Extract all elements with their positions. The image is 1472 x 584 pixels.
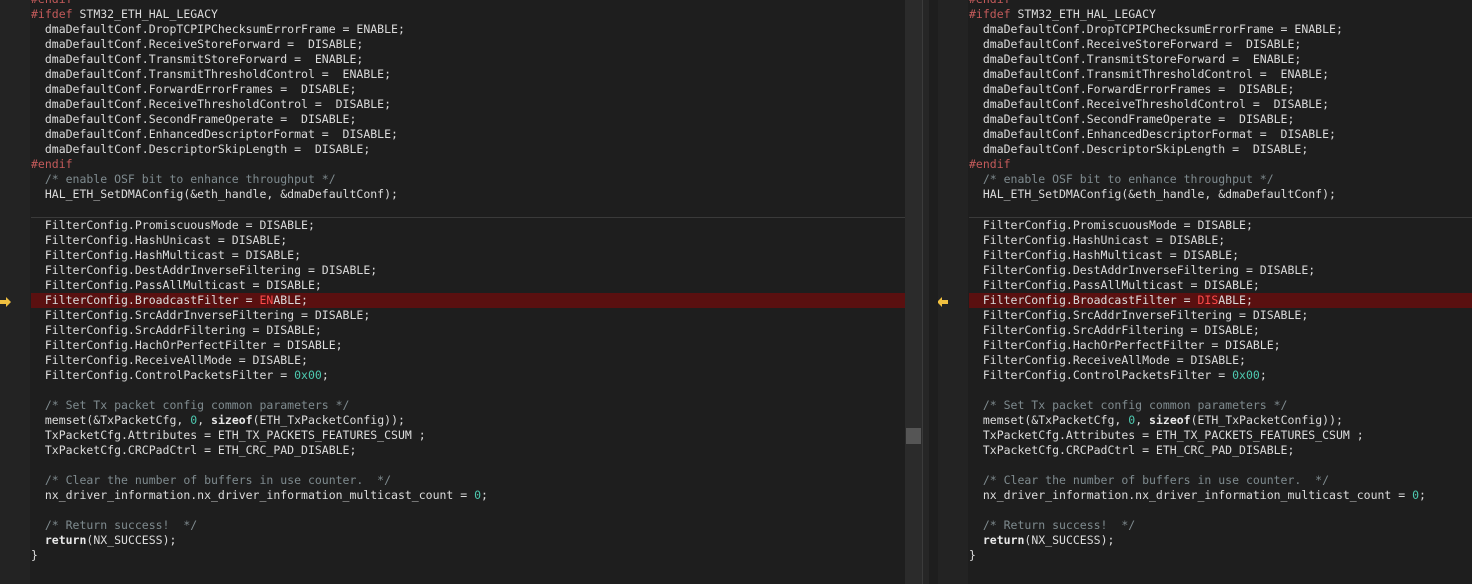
code-line[interactable]: dmaDefaultConf.EnhancedDescriptorFormat … xyxy=(969,127,1472,142)
code-line[interactable]: dmaDefaultConf.DescriptorSkipLength = DI… xyxy=(31,142,905,157)
code-line[interactable]: TxPacketCfg.CRCPadCtrl = ETH_CRC_PAD_DIS… xyxy=(969,443,1472,458)
code-line[interactable]: dmaDefaultConf.SecondFrameOperate = DISA… xyxy=(31,112,905,127)
left-code-pane[interactable]: #endif#ifdef STM32_ETH_HAL_LEGACY dmaDef… xyxy=(0,0,905,584)
code-line[interactable]: TxPacketCfg.CRCPadCtrl = ETH_CRC_PAD_DIS… xyxy=(31,443,905,458)
code-line[interactable]: FilterConfig.PromiscuousMode = DISABLE; xyxy=(31,218,905,233)
code-line[interactable]: FilterConfig.DestAddrInverseFiltering = … xyxy=(969,263,1472,278)
vertical-scrollbar[interactable] xyxy=(905,0,922,584)
code-line[interactable]: /* enable OSF bit to enhance throughput … xyxy=(31,172,905,187)
code-line[interactable]: dmaDefaultConf.ForwardErrorFrames = DISA… xyxy=(969,82,1472,97)
code-line[interactable]: TxPacketCfg.Attributes = ETH_TX_PACKETS_… xyxy=(31,428,905,443)
code-line[interactable]: dmaDefaultConf.ReceiveStoreForward = DIS… xyxy=(31,37,905,52)
right-code[interactable]: #endif#ifdef STM32_ETH_HAL_LEGACY dmaDef… xyxy=(969,0,1472,563)
code-line[interactable]: FilterConfig.PassAllMulticast = DISABLE; xyxy=(31,278,905,293)
code-line[interactable]: FilterConfig.ControlPacketsFilter = 0x00… xyxy=(969,368,1472,383)
code-line[interactable]: ​ xyxy=(31,202,905,218)
code-line[interactable]: /* Set Tx packet config common parameter… xyxy=(31,398,905,413)
code-line[interactable]: /* Return success! */ xyxy=(969,518,1472,533)
code-line[interactable]: FilterConfig.SrcAddrInverseFiltering = D… xyxy=(969,308,1472,323)
right-code-pane[interactable]: #endif#ifdef STM32_ETH_HAL_LEGACY dmaDef… xyxy=(938,0,1472,584)
code-line[interactable]: ​ xyxy=(31,503,905,518)
code-line[interactable]: FilterConfig.HashMulticast = DISABLE; xyxy=(31,248,905,263)
code-line[interactable]: FilterConfig.DestAddrInverseFiltering = … xyxy=(31,263,905,278)
code-line[interactable]: ​ xyxy=(31,383,905,398)
code-line[interactable]: ​ xyxy=(31,458,905,473)
code-line[interactable]: dmaDefaultConf.TransmitThresholdControl … xyxy=(969,67,1472,82)
code-line[interactable]: FilterConfig.HachOrPerfectFilter = DISAB… xyxy=(31,338,905,353)
code-line[interactable]: dmaDefaultConf.EnhancedDescriptorFormat … xyxy=(31,127,905,142)
code-line[interactable]: #endif xyxy=(31,157,905,172)
code-line[interactable]: #ifdef STM32_ETH_HAL_LEGACY xyxy=(969,7,1472,22)
code-line[interactable]: FilterConfig.SrcAddrInverseFiltering = D… xyxy=(31,308,905,323)
left-code[interactable]: #endif#ifdef STM32_ETH_HAL_LEGACY dmaDef… xyxy=(31,0,905,563)
code-line[interactable]: dmaDefaultConf.TransmitThresholdControl … xyxy=(31,67,905,82)
code-line[interactable]: #endif xyxy=(31,0,905,7)
code-line[interactable]: /* Set Tx packet config common parameter… xyxy=(969,398,1472,413)
code-line[interactable]: memset(&TxPacketCfg, 0, sizeof(ETH_TxPac… xyxy=(969,413,1472,428)
arrow-left-icon[interactable] xyxy=(938,296,948,308)
code-line[interactable]: FilterConfig.HashMulticast = DISABLE; xyxy=(969,248,1472,263)
code-line[interactable]: FilterConfig.SrcAddrFiltering = DISABLE; xyxy=(969,323,1472,338)
code-line[interactable]: dmaDefaultConf.DescriptorSkipLength = DI… xyxy=(969,142,1472,157)
code-line[interactable]: } xyxy=(31,548,905,563)
code-line[interactable]: dmaDefaultConf.SecondFrameOperate = DISA… xyxy=(969,112,1472,127)
right-gutter xyxy=(938,0,968,584)
code-line[interactable]: FilterConfig.ControlPacketsFilter = 0x00… xyxy=(31,368,905,383)
code-line[interactable]: FilterConfig.ReceiveAllMode = DISABLE; xyxy=(31,353,905,368)
code-line[interactable]: FilterConfig.HachOrPerfectFilter = DISAB… xyxy=(969,338,1472,353)
code-line[interactable]: dmaDefaultConf.TransmitStoreForward = EN… xyxy=(31,52,905,67)
code-line[interactable]: FilterConfig.PromiscuousMode = DISABLE; xyxy=(969,218,1472,233)
code-line[interactable]: dmaDefaultConf.DropTCPIPChecksumErrorFra… xyxy=(31,22,905,37)
code-line[interactable]: dmaDefaultConf.DropTCPIPChecksumErrorFra… xyxy=(969,22,1472,37)
code-line[interactable]: /* Clear the number of buffers in use co… xyxy=(969,473,1472,488)
code-line[interactable]: FilterConfig.HashUnicast = DISABLE; xyxy=(31,233,905,248)
code-line[interactable]: #ifdef STM32_ETH_HAL_LEGACY xyxy=(31,7,905,22)
pane-splitter[interactable] xyxy=(922,0,929,584)
code-line[interactable]: ​ xyxy=(969,458,1472,473)
code-line[interactable]: dmaDefaultConf.ForwardErrorFrames = DISA… xyxy=(31,82,905,97)
scrollbar-thumb[interactable] xyxy=(906,428,921,444)
code-line[interactable]: return(NX_SUCCESS); xyxy=(31,533,905,548)
code-line[interactable]: dmaDefaultConf.ReceiveStoreForward = DIS… xyxy=(969,37,1472,52)
code-line[interactable]: dmaDefaultConf.ReceiveThresholdControl =… xyxy=(31,97,905,112)
code-line[interactable]: nx_driver_information.nx_driver_informat… xyxy=(31,488,905,503)
left-gutter xyxy=(0,0,30,584)
code-line[interactable]: /* Clear the number of buffers in use co… xyxy=(31,473,905,488)
code-line[interactable]: /* Return success! */ xyxy=(31,518,905,533)
code-line[interactable]: return(NX_SUCCESS); xyxy=(969,533,1472,548)
diff-line[interactable]: FilterConfig.BroadcastFilter = ENABLE; xyxy=(31,293,905,308)
code-line[interactable]: #endif xyxy=(969,0,1472,7)
code-line[interactable]: memset(&TxPacketCfg, 0, sizeof(ETH_TxPac… xyxy=(31,413,905,428)
code-line[interactable]: FilterConfig.SrcAddrFiltering = DISABLE; xyxy=(31,323,905,338)
code-line[interactable]: nx_driver_information.nx_driver_informat… xyxy=(969,488,1472,503)
code-line[interactable]: #endif xyxy=(969,157,1472,172)
code-line[interactable]: dmaDefaultConf.TransmitStoreForward = EN… xyxy=(969,52,1472,67)
code-line[interactable]: FilterConfig.PassAllMulticast = DISABLE; xyxy=(969,278,1472,293)
code-line[interactable]: /* enable OSF bit to enhance throughput … xyxy=(969,172,1472,187)
code-line[interactable]: FilterConfig.ReceiveAllMode = DISABLE; xyxy=(969,353,1472,368)
code-line[interactable]: ​ xyxy=(969,383,1472,398)
arrow-right-icon[interactable] xyxy=(0,296,12,308)
diff-line[interactable]: FilterConfig.BroadcastFilter = DISABLE; xyxy=(969,293,1472,308)
code-line[interactable]: dmaDefaultConf.ReceiveThresholdControl =… xyxy=(969,97,1472,112)
code-line[interactable]: } xyxy=(969,548,1472,563)
code-line[interactable]: TxPacketCfg.Attributes = ETH_TX_PACKETS_… xyxy=(969,428,1472,443)
code-line[interactable]: ​ xyxy=(969,202,1472,218)
code-line[interactable]: HAL_ETH_SetDMAConfig(&eth_handle, &dmaDe… xyxy=(969,187,1472,202)
diff-viewer: #endif#ifdef STM32_ETH_HAL_LEGACY dmaDef… xyxy=(0,0,1472,584)
code-line[interactable]: FilterConfig.HashUnicast = DISABLE; xyxy=(969,233,1472,248)
code-line[interactable]: HAL_ETH_SetDMAConfig(&eth_handle, &dmaDe… xyxy=(31,187,905,202)
code-line[interactable]: ​ xyxy=(969,503,1472,518)
